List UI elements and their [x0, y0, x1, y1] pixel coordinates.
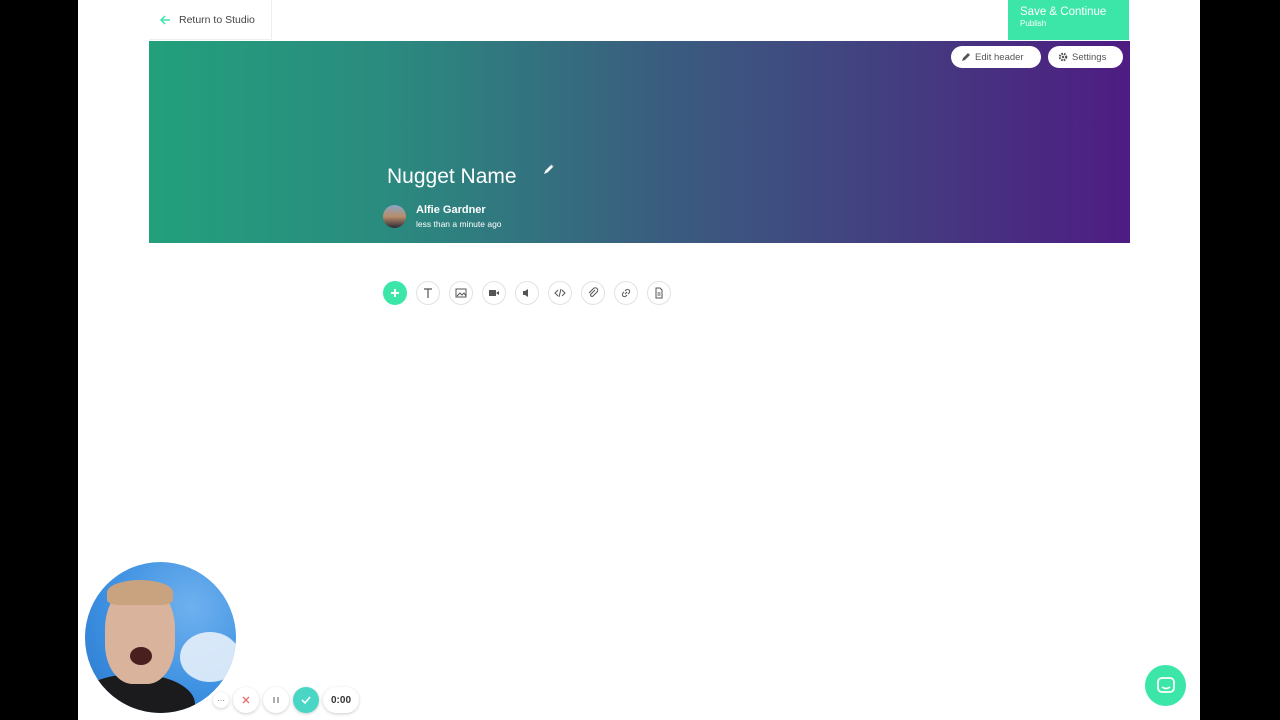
plus-icon [391, 289, 399, 297]
edit-title-pencil-icon[interactable] [543, 163, 555, 175]
speaker-icon [523, 289, 528, 297]
video-block-button[interactable] [482, 281, 506, 305]
author-avatar [383, 205, 406, 228]
image-icon [455, 288, 467, 298]
return-to-studio-button[interactable]: Return to Studio [149, 0, 272, 40]
nugget-header: Edit header Settings Nugget Name Alfie G… [149, 41, 1130, 243]
text-block-button[interactable] [416, 281, 440, 305]
check-icon [301, 696, 311, 705]
settings-label: Settings [1072, 51, 1107, 63]
gear-icon [1058, 52, 1068, 62]
content-toolbar [383, 281, 671, 305]
recording-controls: ··· 0:00 [213, 687, 359, 713]
edit-header-button[interactable]: Edit header [951, 46, 1041, 68]
settings-button[interactable]: Settings [1048, 46, 1123, 68]
webcam-hair [107, 580, 173, 605]
more-options-button[interactable]: ··· [213, 692, 229, 708]
edit-header-label: Edit header [975, 51, 1024, 63]
close-icon [242, 696, 250, 704]
webcam-mouth [130, 647, 152, 665]
save-label: Save & Continue [1020, 6, 1107, 18]
audio-block-button[interactable] [515, 281, 539, 305]
pencil-icon [962, 53, 970, 61]
chat-support-button[interactable] [1145, 665, 1186, 706]
attachment-button[interactable] [581, 281, 605, 305]
image-block-button[interactable] [449, 281, 473, 305]
add-block-button[interactable] [383, 281, 407, 305]
return-label: Return to Studio [179, 13, 255, 26]
document-button[interactable] [647, 281, 671, 305]
link-button[interactable] [614, 281, 638, 305]
nugget-title[interactable]: Nugget Name [387, 165, 517, 189]
ellipsis-icon: ··· [217, 695, 225, 705]
publish-label: Publish [1020, 19, 1047, 28]
video-icon [489, 290, 499, 296]
embed-code-button[interactable] [548, 281, 572, 305]
author-name: Alfie Gardner [416, 204, 486, 216]
link-icon [621, 288, 631, 298]
paperclip-icon [588, 287, 599, 297]
chat-icon [1156, 676, 1175, 693]
save-continue-button[interactable]: Save & Continue Publish [1008, 0, 1129, 40]
page: Return to Studio Save & Continue Publish… [78, 0, 1200, 720]
timestamp: less than a minute ago [416, 219, 502, 229]
text-icon [424, 288, 432, 298]
finish-recording-button[interactable] [293, 687, 319, 713]
pause-recording-button[interactable] [263, 687, 289, 713]
arrow-left-icon [159, 14, 171, 26]
recording-timer: 0:00 [323, 687, 359, 713]
code-icon [554, 288, 566, 298]
document-icon [655, 287, 663, 299]
webcam-cloud [180, 632, 236, 682]
pause-icon [273, 697, 279, 703]
cancel-recording-button[interactable] [233, 687, 259, 713]
